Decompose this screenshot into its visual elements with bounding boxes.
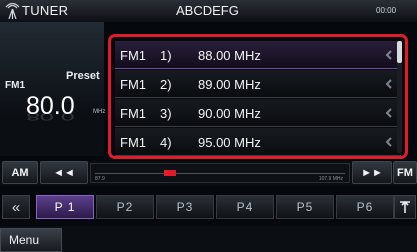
- tuner-screen: TUNER ABCDEFG 00:00 FM1 Preset 80.0 MHz …: [0, 0, 417, 252]
- preset-tabs: « P 1 P2 P3 P4 P5 P6: [0, 193, 417, 221]
- tuning-marker: [164, 170, 176, 176]
- seek-back-button[interactable]: ◄◄: [40, 161, 88, 184]
- preset-frequency: 88.00 MHz: [198, 48, 261, 63]
- preset-label: Preset: [66, 70, 100, 82]
- preset-row[interactable]: FM1 1) 88.00 MHz: [115, 41, 401, 69]
- preset-list: FM1 1) 88.00 MHz FM1 2) 89.00 MHz FM1 3)…: [108, 34, 408, 159]
- preset-row[interactable]: FM1 2) 89.00 MHz: [115, 70, 401, 98]
- top-bar: TUNER ABCDEFG 00:00: [0, 0, 417, 22]
- preset-frequency: 90.00 MHz: [198, 106, 261, 121]
- pin-glyph: [400, 200, 410, 213]
- pin-icon[interactable]: [394, 195, 416, 219]
- station-name: ABCDEFG: [176, 3, 239, 18]
- tab-p2[interactable]: P2: [96, 195, 154, 219]
- seek-forward-button[interactable]: ►►: [352, 161, 392, 184]
- tab-p1[interactable]: P 1: [36, 195, 94, 219]
- preset-frequency: 95.00 MHz: [198, 135, 261, 150]
- double-chevron-left-icon[interactable]: «: [2, 195, 30, 219]
- scale-line: [95, 173, 345, 174]
- preset-band: FM1: [120, 106, 146, 121]
- preset-band: FM1: [120, 48, 146, 63]
- preset-row[interactable]: FM1 3) 90.00 MHz: [115, 99, 401, 127]
- preset-number: 3): [160, 106, 172, 121]
- tab-p4[interactable]: P4: [216, 195, 274, 219]
- tab-p6[interactable]: P6: [336, 195, 394, 219]
- preset-number: 2): [160, 77, 172, 92]
- chevron-left-icon[interactable]: [385, 108, 393, 118]
- preset-row[interactable]: FM1 4) 95.00 MHz: [115, 128, 401, 156]
- am-band-button[interactable]: AM: [2, 161, 38, 184]
- frequency-scale: 87.9 107.9 MHz: [90, 163, 350, 183]
- frequency-unit: MHz: [93, 109, 106, 115]
- chevron-left-icon[interactable]: [385, 50, 393, 60]
- preset-number: 1): [160, 48, 172, 63]
- clock: 00:00: [376, 6, 397, 15]
- preset-band: FM1: [120, 77, 146, 92]
- current-station-panel: FM1 Preset 80.0 MHz 80.0: [0, 22, 106, 156]
- preset-scrollbar[interactable]: [397, 41, 402, 153]
- tab-p5[interactable]: P5: [276, 195, 334, 219]
- source-name: TUNER: [22, 3, 69, 18]
- menu-bar: Menu: [0, 226, 417, 252]
- menu-button[interactable]: Menu: [0, 228, 62, 252]
- scale-min-label: 87.9: [95, 176, 105, 182]
- antenna-icon: [5, 3, 20, 19]
- preset-number: 4): [160, 135, 172, 150]
- scrollbar-thumb[interactable]: [397, 41, 402, 63]
- seek-controls: AM ◄◄ 87.9 107.9 MHz ►► FM: [0, 161, 417, 186]
- fm-band-button[interactable]: FM: [393, 161, 417, 184]
- chevron-left-icon[interactable]: [385, 79, 393, 89]
- preset-frequency: 89.00 MHz: [198, 77, 261, 92]
- chevron-left-icon[interactable]: [385, 137, 393, 147]
- tab-p3[interactable]: P3: [156, 195, 214, 219]
- frequency-reflection: 80.0: [26, 110, 75, 123]
- preset-band: FM1: [120, 135, 146, 150]
- scale-max-label: 107.9 MHz: [318, 176, 343, 182]
